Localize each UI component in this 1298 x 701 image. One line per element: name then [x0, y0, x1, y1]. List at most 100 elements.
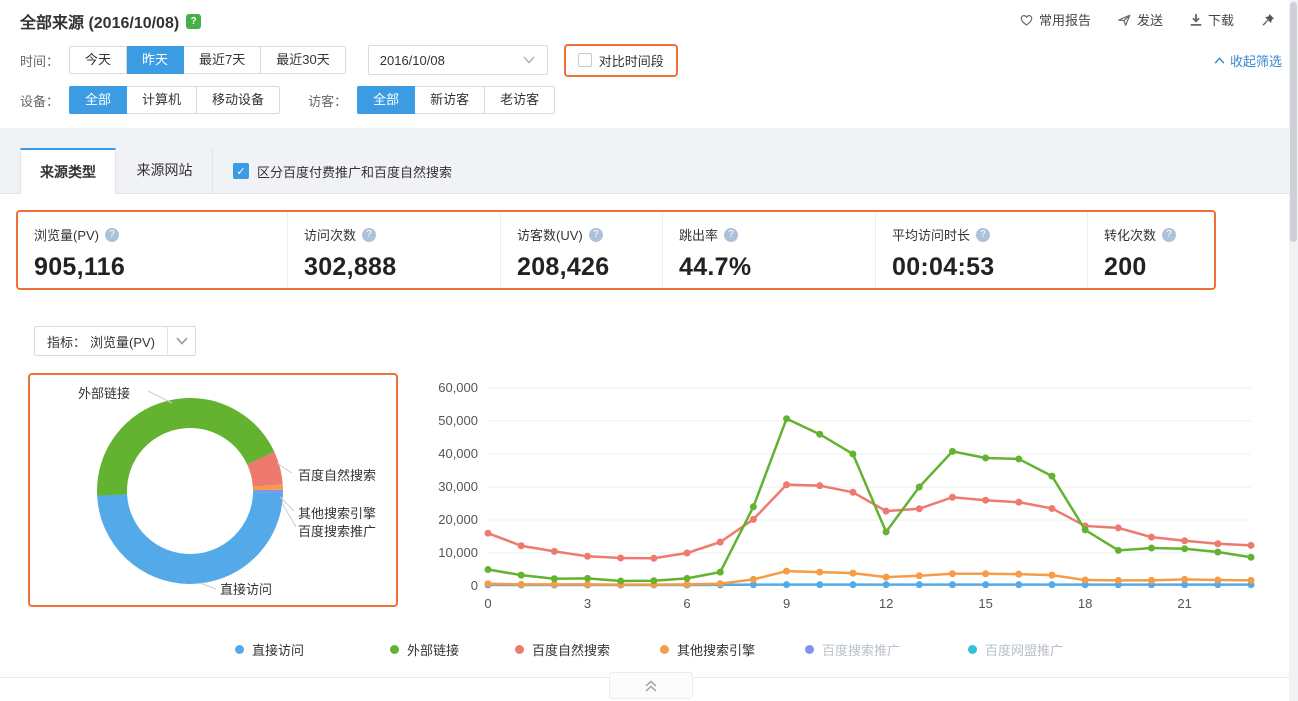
tab-source-type[interactable]: 来源类型	[20, 148, 116, 194]
visitor-option-老访客[interactable]: 老访客	[485, 86, 555, 114]
checkbox-checked-icon[interactable]: ✓	[233, 163, 249, 179]
data-point-百度自然搜索-7[interactable]	[717, 539, 724, 546]
title-help-icon[interactable]: ?	[186, 14, 201, 29]
time-option-昨天[interactable]: 昨天	[127, 46, 184, 74]
source-share-donut-chart[interactable]	[30, 375, 396, 605]
data-point-外部链接-11[interactable]	[849, 451, 856, 458]
data-point-直接访问-16[interactable]	[1015, 581, 1022, 588]
data-point-百度自然搜索-8[interactable]	[750, 516, 757, 523]
data-point-其他搜索引擎-23[interactable]	[1248, 577, 1255, 584]
legend-item-百度网盟推广[interactable]: 百度网盟推广	[968, 640, 1063, 659]
stat-help-icon[interactable]: ?	[1162, 228, 1176, 242]
device-option-移动设备[interactable]: 移动设备	[197, 86, 280, 114]
collapse-filters-link[interactable]: 收起筛选	[1214, 51, 1282, 70]
data-point-外部链接-9[interactable]	[783, 415, 790, 422]
date-select[interactable]: 2016/10/08	[368, 45, 548, 75]
data-point-百度自然搜索-23[interactable]	[1248, 542, 1255, 549]
stat-help-icon[interactable]: ?	[976, 228, 990, 242]
data-point-其他搜索引擎-11[interactable]	[849, 570, 856, 577]
data-point-外部链接-4[interactable]	[617, 578, 624, 585]
data-point-百度自然搜索-15[interactable]	[982, 497, 989, 504]
stat-help-icon[interactable]: ?	[589, 228, 603, 242]
data-point-其他搜索引擎-1[interactable]	[518, 581, 525, 588]
data-point-百度自然搜索-0[interactable]	[485, 530, 492, 537]
data-point-直接访问-12[interactable]	[883, 581, 890, 588]
compare-time-checkbox[interactable]	[578, 53, 592, 67]
data-point-直接访问-9[interactable]	[783, 581, 790, 588]
data-point-百度自然搜索-20[interactable]	[1148, 534, 1155, 541]
distinguish-paid-organic-checkbox-row[interactable]: ✓ 区分百度付费推广和百度自然搜索	[233, 148, 452, 194]
visitor-option-全部[interactable]: 全部	[357, 86, 415, 114]
data-point-其他搜索引擎-18[interactable]	[1082, 577, 1089, 584]
data-point-百度自然搜索-16[interactable]	[1015, 499, 1022, 506]
series-line-其他搜索引擎[interactable]	[488, 571, 1251, 585]
legend-item-直接访问[interactable]: 直接访问	[235, 640, 304, 659]
pin-button[interactable]	[1260, 12, 1276, 28]
data-point-百度自然搜索-11[interactable]	[849, 489, 856, 496]
data-point-其他搜索引擎-22[interactable]	[1214, 577, 1221, 584]
data-point-其他搜索引擎-8[interactable]	[750, 576, 757, 583]
data-point-外部链接-22[interactable]	[1214, 549, 1221, 556]
tab-source-website[interactable]: 来源网站	[117, 148, 213, 194]
stat-help-icon[interactable]: ?	[724, 228, 738, 242]
metric-selector-chevron[interactable]	[167, 327, 195, 355]
data-point-外部链接-23[interactable]	[1248, 554, 1255, 561]
time-option-最近7天[interactable]: 最近7天	[184, 46, 261, 74]
data-point-外部链接-2[interactable]	[551, 575, 558, 582]
data-point-其他搜索引擎-13[interactable]	[916, 572, 923, 579]
data-point-外部链接-15[interactable]	[982, 454, 989, 461]
data-point-外部链接-0[interactable]	[485, 566, 492, 573]
data-point-其他搜索引擎-9[interactable]	[783, 568, 790, 575]
data-point-百度自然搜索-1[interactable]	[518, 542, 525, 549]
data-point-其他搜索引擎-0[interactable]	[485, 580, 492, 587]
data-point-其他搜索引擎-21[interactable]	[1181, 576, 1188, 583]
data-point-百度自然搜索-6[interactable]	[684, 550, 691, 557]
data-point-外部链接-13[interactable]	[916, 484, 923, 491]
data-point-外部链接-3[interactable]	[584, 575, 591, 582]
stat-help-icon[interactable]: ?	[362, 228, 376, 242]
data-point-外部链接-7[interactable]	[717, 569, 724, 576]
data-point-百度自然搜索-3[interactable]	[584, 553, 591, 560]
data-point-其他搜索引擎-20[interactable]	[1148, 577, 1155, 584]
favorite-report-button[interactable]: 常用报告	[1019, 10, 1091, 29]
legend-item-百度搜索推广[interactable]: 百度搜索推广	[805, 640, 900, 659]
legend-item-百度自然搜索[interactable]: 百度自然搜索	[515, 640, 610, 659]
data-point-其他搜索引擎-7[interactable]	[717, 580, 724, 587]
collapse-panel-button[interactable]	[609, 672, 693, 699]
data-point-其他搜索引擎-15[interactable]	[982, 570, 989, 577]
data-point-外部链接-8[interactable]	[750, 503, 757, 510]
data-point-直接访问-11[interactable]	[849, 581, 856, 588]
device-option-计算机[interactable]: 计算机	[127, 86, 197, 114]
data-point-外部链接-21[interactable]	[1181, 545, 1188, 552]
scrollbar-thumb[interactable]	[1290, 2, 1297, 242]
data-point-外部链接-17[interactable]	[1048, 473, 1055, 480]
metric-selector[interactable]: 指标： 浏览量(PV)	[34, 326, 196, 356]
data-point-百度自然搜索-21[interactable]	[1181, 537, 1188, 544]
data-point-其他搜索引擎-19[interactable]	[1115, 577, 1122, 584]
data-point-直接访问-17[interactable]	[1048, 581, 1055, 588]
data-point-外部链接-10[interactable]	[816, 431, 823, 438]
data-point-外部链接-18[interactable]	[1082, 526, 1089, 533]
send-button[interactable]: 发送	[1117, 10, 1163, 29]
stat-help-icon[interactable]: ?	[105, 228, 119, 242]
data-point-百度自然搜索-14[interactable]	[949, 494, 956, 501]
time-option-最近30天[interactable]: 最近30天	[261, 46, 345, 74]
data-point-百度自然搜索-5[interactable]	[650, 555, 657, 562]
data-point-百度自然搜索-17[interactable]	[1048, 505, 1055, 512]
data-point-外部链接-1[interactable]	[518, 572, 525, 579]
legend-item-外部链接[interactable]: 外部链接	[390, 640, 459, 659]
data-point-其他搜索引擎-10[interactable]	[816, 569, 823, 576]
data-point-直接访问-14[interactable]	[949, 581, 956, 588]
hourly-trend-line-chart[interactable]: 010,00020,00030,00040,00050,00060,000036…	[430, 380, 1275, 616]
data-point-外部链接-20[interactable]	[1148, 545, 1155, 552]
data-point-百度自然搜索-2[interactable]	[551, 548, 558, 555]
data-point-外部链接-14[interactable]	[949, 448, 956, 455]
data-point-直接访问-15[interactable]	[982, 581, 989, 588]
data-point-其他搜索引擎-16[interactable]	[1015, 571, 1022, 578]
data-point-百度自然搜索-10[interactable]	[816, 482, 823, 489]
visitor-option-新访客[interactable]: 新访客	[415, 86, 485, 114]
data-point-百度自然搜索-22[interactable]	[1214, 540, 1221, 547]
data-point-其他搜索引擎-12[interactable]	[883, 574, 890, 581]
data-point-外部链接-16[interactable]	[1015, 455, 1022, 462]
time-option-今天[interactable]: 今天	[69, 46, 127, 74]
